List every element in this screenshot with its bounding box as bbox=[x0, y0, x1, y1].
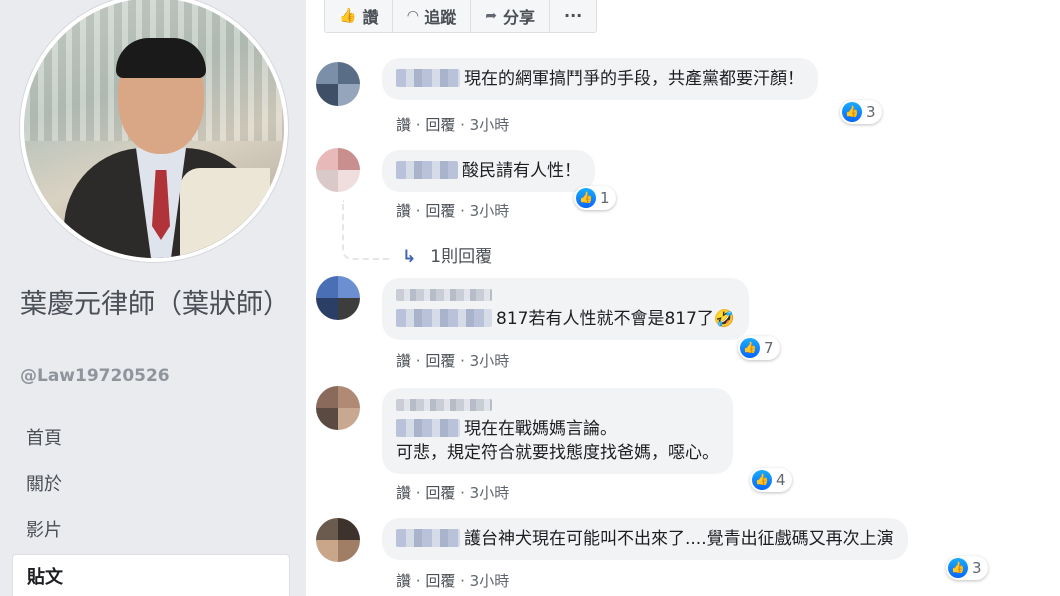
page-nav: 首頁 關於 影片 貼文 bbox=[12, 416, 290, 596]
reaction-number: 3 bbox=[866, 103, 876, 121]
reaction-count[interactable]: 👍 7 bbox=[738, 336, 780, 360]
reply-thread-line bbox=[342, 200, 392, 260]
comment-meta: 讚 · 回覆 · 3小時 bbox=[396, 484, 510, 502]
comment-text: 酸民請有人性！ bbox=[462, 161, 581, 181]
share-arrow-icon: ➦ bbox=[485, 7, 497, 24]
page-action-bar: 👍 讚 ◠ 追蹤 ➦ 分享 ··· bbox=[324, 0, 598, 33]
comment-reply-link[interactable]: 回覆 bbox=[425, 116, 455, 134]
comment-reply-link[interactable]: 回覆 bbox=[425, 352, 455, 370]
comment-text: 817若有人性就不會是817了🤣 bbox=[496, 309, 736, 329]
more-options-button[interactable]: ··· bbox=[550, 0, 596, 32]
like-reaction-icon: 👍 bbox=[842, 102, 862, 122]
reply-arrow-icon: ↳ bbox=[402, 247, 417, 267]
comment-like-link[interactable]: 讚 bbox=[396, 116, 411, 134]
reaction-count[interactable]: 👍 3 bbox=[946, 556, 988, 580]
comment-bubble: 酸民請有人性！ bbox=[382, 150, 595, 192]
share-button[interactable]: ➦ 分享 bbox=[471, 0, 550, 32]
page-title[interactable]: 葉慶元律師（葉狀師） bbox=[20, 286, 290, 324]
comment-reply-link[interactable]: 回覆 bbox=[425, 572, 455, 590]
commenter-tag-redacted bbox=[396, 419, 460, 437]
comment-reply-link[interactable]: 回覆 bbox=[425, 484, 455, 502]
like-reaction-icon: 👍 bbox=[740, 338, 760, 358]
commenter-name-redacted[interactable] bbox=[396, 69, 460, 87]
comment-text-line-1: 現在在戰媽媽言論。 bbox=[464, 419, 617, 439]
like-reaction-icon: 👍 bbox=[576, 188, 596, 208]
reaction-number: 1 bbox=[600, 189, 610, 207]
replies-count-label: 1則回覆 bbox=[430, 247, 493, 267]
comment-time[interactable]: 3小時 bbox=[470, 484, 510, 502]
comment-time[interactable]: 3小時 bbox=[470, 116, 510, 134]
comment-text: 護台神犬現在可能叫不出來了....覺青出征戲碼又再次上演 bbox=[464, 529, 894, 549]
like-reaction-icon: 👍 bbox=[752, 470, 772, 490]
reaction-number: 7 bbox=[764, 339, 774, 357]
profile-avatar[interactable] bbox=[20, 0, 288, 262]
comment-like-link[interactable]: 讚 bbox=[396, 572, 411, 590]
profile-photo-image bbox=[24, 0, 284, 258]
follow-button[interactable]: ◠ 追蹤 bbox=[393, 0, 472, 32]
share-label: 分享 bbox=[502, 7, 535, 27]
commenter-tag-redacted bbox=[396, 309, 492, 327]
commenter-avatar[interactable] bbox=[316, 518, 360, 562]
commenter-avatar[interactable] bbox=[316, 276, 360, 320]
comment-reply-link[interactable]: 回覆 bbox=[425, 202, 455, 220]
like-reaction-icon: 👍 bbox=[948, 558, 968, 578]
view-replies-link[interactable]: ↳ 1則回覆 bbox=[402, 242, 492, 267]
comment-bubble: 現在的網軍搞鬥爭的手段，共產黨都要汗顏！ bbox=[382, 58, 818, 100]
comment-meta: 讚 · 回覆 · 3小時 bbox=[396, 352, 510, 370]
nav-item-about[interactable]: 關於 bbox=[12, 462, 290, 508]
more-icon: ··· bbox=[564, 6, 583, 25]
reaction-number: 4 bbox=[776, 471, 786, 489]
comment-time[interactable]: 3小時 bbox=[470, 202, 510, 220]
reaction-count[interactable]: 👍 1 bbox=[574, 186, 616, 210]
comment-like-link[interactable]: 讚 bbox=[396, 484, 411, 502]
comments-panel: 👍 讚 ◠ 追蹤 ➦ 分享 ··· 現在的網軍搞鬥爭的手段，共產黨都要汗顏！ 👍… bbox=[306, 0, 1060, 596]
comment-meta: 讚 · 回覆 · 3小時 bbox=[396, 572, 510, 590]
reaction-count[interactable]: 👍 4 bbox=[750, 468, 792, 492]
comment-time[interactable]: 3小時 bbox=[470, 352, 510, 370]
commenter-avatar[interactable] bbox=[316, 386, 360, 430]
follow-label: 追蹤 bbox=[424, 7, 457, 27]
nav-item-videos[interactable]: 影片 bbox=[12, 508, 290, 554]
rss-icon: ◠ bbox=[407, 7, 419, 24]
nav-item-posts[interactable]: 貼文 bbox=[12, 554, 290, 596]
commenter-name-redacted[interactable] bbox=[396, 529, 460, 547]
comment-like-link[interactable]: 讚 bbox=[396, 202, 411, 220]
commenter-name-redacted[interactable] bbox=[396, 399, 492, 411]
page-sidebar: 葉慶元律師（葉狀師） @Law19720526 首頁 關於 影片 貼文 bbox=[0, 0, 306, 596]
page-username[interactable]: @Law19720526 bbox=[20, 366, 170, 386]
comment-time[interactable]: 3小時 bbox=[470, 572, 510, 590]
comment-bubble: 817若有人性就不會是817了🤣 bbox=[382, 278, 750, 340]
commenter-name-redacted[interactable] bbox=[396, 289, 492, 301]
comment-text: 現在的網軍搞鬥爭的手段，共產黨都要汗顏！ bbox=[464, 69, 804, 89]
comment-bubble: 護台神犬現在可能叫不出來了....覺青出征戲碼又再次上演 bbox=[382, 518, 908, 560]
like-page-label: 讚 bbox=[362, 7, 379, 27]
commenter-avatar[interactable] bbox=[316, 62, 360, 106]
comment-text-line-2: 可悲，規定符合就要找態度找爸媽，噁心。 bbox=[396, 443, 719, 463]
commenter-avatar[interactable] bbox=[316, 148, 360, 192]
comment-meta: 讚 · 回覆 · 3小時 bbox=[396, 116, 510, 134]
commenter-name-redacted[interactable] bbox=[396, 161, 458, 179]
thumbs-up-icon: 👍 bbox=[339, 7, 357, 24]
like-page-button[interactable]: 👍 讚 bbox=[325, 0, 394, 32]
comment-like-link[interactable]: 讚 bbox=[396, 352, 411, 370]
comment-bubble: 現在在戰媽媽言論。 可悲，規定符合就要找態度找爸媽，噁心。 bbox=[382, 388, 733, 474]
reaction-count[interactable]: 👍 3 bbox=[840, 100, 882, 124]
comment-meta: 讚 · 回覆 · 3小時 bbox=[396, 202, 510, 220]
reaction-number: 3 bbox=[972, 559, 982, 577]
nav-item-home[interactable]: 首頁 bbox=[12, 416, 290, 462]
